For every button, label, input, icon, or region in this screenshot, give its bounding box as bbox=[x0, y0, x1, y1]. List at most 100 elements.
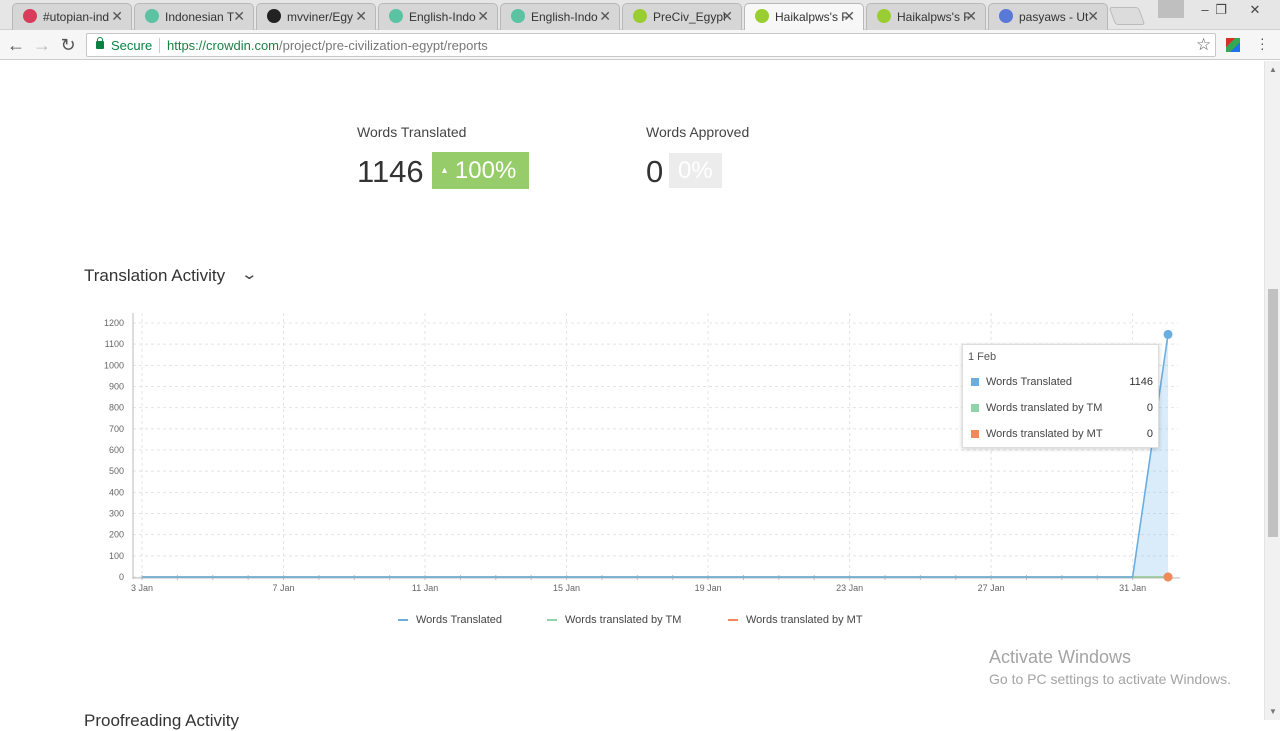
tab-close-icon[interactable]: ✕ bbox=[599, 8, 611, 25]
x-tick-label: 11 Jan bbox=[412, 583, 438, 593]
x-tick-label: 31 Jan bbox=[1119, 583, 1146, 593]
forward-button[interactable]: → bbox=[32, 34, 52, 56]
y-tick-label: 500 bbox=[109, 466, 124, 476]
y-tick-label: 600 bbox=[109, 445, 124, 455]
y-tick-label: 400 bbox=[109, 487, 124, 497]
browser-tab[interactable]: #utopian-ind ✕ bbox=[12, 3, 132, 30]
legend-line-icon bbox=[547, 619, 557, 622]
tab-title: PreCiv_Egypt bbox=[653, 10, 725, 24]
browser-tab[interactable]: PreCiv_Egypt ✕ bbox=[622, 3, 742, 30]
back-button[interactable]: ← bbox=[6, 34, 26, 56]
secure-label: Secure bbox=[111, 38, 153, 53]
tab-close-icon[interactable]: ✕ bbox=[355, 8, 367, 25]
url-text[interactable]: https://crowdin.com/project/pre-civiliza… bbox=[167, 38, 488, 53]
words-approved-label: Words Approved bbox=[646, 124, 750, 140]
tab-close-icon[interactable]: ✕ bbox=[233, 8, 245, 25]
y-tick-label: 800 bbox=[109, 403, 124, 413]
x-tick-label: 23 Jan bbox=[836, 583, 863, 593]
scroll-down-arrow-icon[interactable]: ▼ bbox=[1269, 707, 1277, 716]
chevron-down-icon[interactable]: ⌄ bbox=[240, 265, 258, 283]
tooltip-row: Words translated by MT 0 bbox=[971, 428, 1153, 442]
tab-strip: #utopian-ind ✕ Indonesian T ✕ mvviner/Egy ✕ En… bbox=[0, 0, 1280, 31]
tooltip-series-value: 0 bbox=[1146, 428, 1153, 440]
legend-label: Words Translated bbox=[416, 614, 503, 626]
y-tick-label: 900 bbox=[109, 382, 124, 392]
tab-title: mvviner/Egy bbox=[287, 10, 354, 24]
x-tick-label: 19 Jan bbox=[695, 583, 722, 593]
browser-tab[interactable]: pasyaws - Ut ✕ bbox=[988, 3, 1108, 30]
tab-favicon-icon bbox=[755, 9, 769, 23]
tab-favicon-icon bbox=[999, 9, 1013, 23]
tab-favicon-icon bbox=[23, 9, 37, 23]
browser-tab[interactable]: English-Indo ✕ bbox=[500, 3, 620, 30]
page-scrollbar[interactable]: ▲ ▼ bbox=[1264, 61, 1280, 720]
tab-favicon-icon bbox=[633, 9, 647, 23]
tab-close-icon[interactable]: ✕ bbox=[111, 8, 123, 25]
translation-activity-title[interactable]: Translation Activity bbox=[84, 266, 225, 286]
tab-close-icon[interactable]: ✕ bbox=[843, 8, 855, 25]
tab-title: #utopian-ind bbox=[43, 10, 110, 24]
up-triangle-icon: ▲ bbox=[440, 165, 449, 175]
user-profile-icon[interactable] bbox=[1158, 0, 1184, 18]
address-bar[interactable]: Secure https://crowdin.com/project/pre-c… bbox=[86, 33, 1216, 57]
tooltip-series-value: 0 bbox=[1146, 402, 1153, 414]
y-tick-label: 300 bbox=[109, 509, 124, 519]
tab-favicon-icon bbox=[511, 9, 525, 23]
y-tick-label: 200 bbox=[109, 530, 124, 540]
tooltip-swatch bbox=[971, 378, 979, 386]
restore-button[interactable]: ❐ bbox=[1206, 0, 1236, 22]
watermark-subtitle: Go to PC settings to activate Windows. bbox=[989, 671, 1231, 687]
scrollbar-thumb[interactable] bbox=[1268, 289, 1278, 537]
proofreading-activity-title[interactable]: Proofreading Activity bbox=[84, 711, 239, 731]
tab-favicon-icon bbox=[389, 9, 403, 23]
series-point bbox=[1163, 572, 1173, 582]
new-tab-button[interactable] bbox=[1108, 7, 1146, 25]
words-translated-value: 1146 bbox=[357, 154, 424, 189]
legend-line-icon bbox=[728, 619, 738, 622]
legend-item[interactable]: Words translated by TM bbox=[547, 614, 681, 626]
legend-item[interactable]: Words translated by MT bbox=[728, 614, 863, 626]
words-approved-change-badge: 0% bbox=[669, 153, 722, 188]
x-tick-label: 7 Jan bbox=[273, 583, 295, 593]
tooltip-date: 1 Feb bbox=[968, 351, 997, 363]
series-point bbox=[1163, 329, 1173, 339]
extension-icon[interactable] bbox=[1226, 38, 1240, 52]
words-translated-label: Words Translated bbox=[357, 124, 467, 140]
tooltip-series-name: Words translated by MT bbox=[986, 428, 1103, 440]
kebab-menu-icon[interactable]: · · · bbox=[1260, 31, 1265, 55]
star-icon[interactable]: ☆ bbox=[1196, 35, 1211, 55]
browser-tab[interactable]: Haikalpws's F ✕ bbox=[866, 3, 986, 30]
y-tick-label: 700 bbox=[109, 424, 124, 434]
words-approved-change: 0% bbox=[678, 157, 713, 184]
tab-close-icon[interactable]: ✕ bbox=[721, 8, 733, 25]
tab-close-icon[interactable]: ✕ bbox=[965, 8, 977, 25]
tab-title: English-Indo bbox=[409, 10, 476, 24]
browser-tab[interactable]: Indonesian T ✕ bbox=[134, 3, 254, 30]
browser-tab[interactable]: mvviner/Egy ✕ bbox=[256, 3, 376, 30]
scroll-up-arrow-icon[interactable]: ▲ bbox=[1269, 65, 1277, 74]
browser-tab[interactable]: Haikalpws's F ✕ bbox=[744, 3, 864, 31]
legend-item[interactable]: Words Translated bbox=[398, 614, 502, 626]
tooltip-series-value: 1146 bbox=[1129, 376, 1153, 388]
tooltip-swatch bbox=[971, 430, 979, 438]
tooltip-row: Words translated by TM 0 bbox=[971, 402, 1153, 416]
tab-title: English-Indo bbox=[531, 10, 598, 24]
y-tick-label: 1200 bbox=[104, 318, 124, 328]
legend-line-icon bbox=[398, 619, 408, 622]
tooltip-swatch bbox=[971, 404, 979, 412]
x-tick-label: 3 Jan bbox=[131, 583, 153, 593]
reload-button[interactable]: ↻ bbox=[58, 34, 78, 56]
tab-close-icon[interactable]: ✕ bbox=[1087, 8, 1099, 25]
watermark-title: Activate Windows bbox=[989, 647, 1132, 667]
tooltip-row: Words Translated 1146 bbox=[971, 376, 1153, 390]
tooltip-series-name: Words translated by TM bbox=[986, 402, 1103, 414]
tab-favicon-icon bbox=[145, 9, 159, 23]
x-tick-label: 27 Jan bbox=[978, 583, 1005, 593]
close-window-button[interactable]: ✕ bbox=[1240, 0, 1270, 22]
tab-close-icon[interactable]: ✕ bbox=[477, 8, 489, 25]
tab-title: Indonesian T bbox=[165, 10, 235, 24]
tab-favicon-icon bbox=[267, 9, 281, 23]
browser-tab[interactable]: English-Indo ✕ bbox=[378, 3, 498, 30]
tooltip-series-name: Words Translated bbox=[986, 376, 1073, 388]
windows-activation-watermark: Activate Windows Go to PC settings to ac… bbox=[989, 647, 1231, 687]
